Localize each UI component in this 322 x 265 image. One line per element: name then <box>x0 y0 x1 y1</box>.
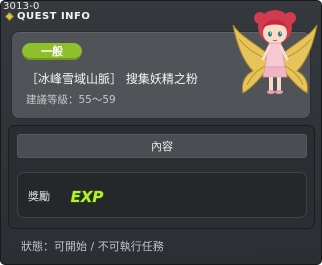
exp-icon[interactable]: EXP <box>68 185 106 207</box>
window-title: QUEST INFO <box>17 11 91 22</box>
reward-label: 獎勵 <box>28 190 50 203</box>
quest-info-icon <box>5 12 14 21</box>
quest-status: 狀態：可開始 / 不可執行任務 <box>21 240 164 253</box>
recommended-level: 建議等級：55～59 <box>26 94 116 106</box>
reward-box: 獎勵 EXP <box>17 172 307 218</box>
title-bar: QUEST INFO <box>5 11 90 22</box>
quest-info-window: 3013-0 QUEST INFO 一般 ［冰峰雪域山脈］ 搜集妖精之粉 建議等… <box>0 0 322 265</box>
content-header: 內容 <box>17 134 307 158</box>
exp-icon-text: EXP <box>71 188 104 206</box>
quest-name: ［冰峰雪域山脈］ 搜集妖精之粉 <box>26 72 198 86</box>
npc-angel-portrait <box>232 10 318 94</box>
quest-type-badge: 一般 <box>22 43 82 60</box>
content-panel: 內容 獎勵 EXP <box>8 125 315 229</box>
